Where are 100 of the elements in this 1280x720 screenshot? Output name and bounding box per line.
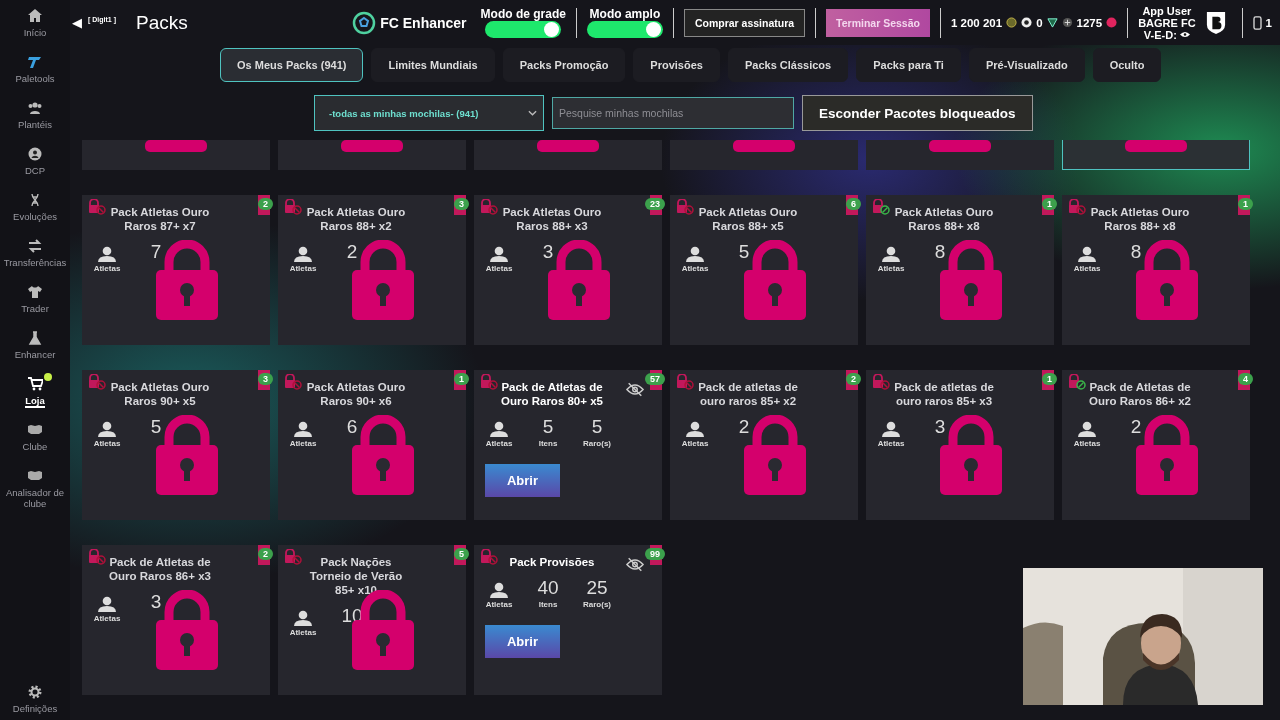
items-count: 3 (150, 592, 162, 612)
pack-title: Pack Provisões (508, 555, 596, 569)
stat-label: Atletas (93, 614, 121, 623)
search-field[interactable]: Pesquise minhas mochilas (552, 97, 794, 129)
pack-title: Pack Atletas Ouro Raros 88+ x2 (305, 205, 407, 233)
person-icon (490, 582, 508, 598)
eye-off-icon[interactable] (626, 557, 644, 572)
pack-card[interactable]: 2 Pack Atletas Ouro Raros 87+ x7 Atletas 7 (82, 195, 270, 345)
backpack-select[interactable]: -todas as minhas mochilas- (941) (314, 95, 544, 131)
settings-item[interactable]: Definições (0, 684, 70, 714)
tab[interactable]: Os Meus Packs (941) (220, 48, 364, 82)
sidebar-item[interactable]: DCP (0, 146, 70, 192)
logo-icon (27, 54, 43, 70)
rares-count: 25 (586, 578, 608, 598)
club-crest-icon (1205, 10, 1226, 35)
tab[interactable]: Limites Mundiais (371, 48, 495, 82)
sidebar-item[interactable]: Analisador de clube (0, 468, 70, 514)
pack-title: Pack de Atletas de Ouro Raros 80+ x5 (500, 380, 604, 408)
stat-label: Atletas (485, 439, 513, 448)
items-count: 5 (150, 417, 162, 437)
pack-card[interactable]: 2 Pack de Atletas de Ouro Raros 86+ x3 Atletas 3 (82, 545, 270, 695)
pack-card[interactable]: 1 Pack de atletas de ouro raros 85+ x3 Atletas 3 (866, 370, 1054, 520)
tab[interactable]: Pré-Visualizado (968, 48, 1085, 82)
pack-card[interactable]: 23 Pack Atletas Ouro Raros 88+ x3 Atletas 3 (474, 195, 662, 345)
tab[interactable]: Packs Promoção (502, 48, 626, 82)
eye-off-icon[interactable] (626, 382, 644, 397)
count-badge: 5 (454, 548, 469, 560)
tab[interactable]: Provisões (633, 48, 720, 82)
pack-card[interactable]: 1 Pack Atletas Ouro Raros 88+ x8 Atletas 8 (1062, 195, 1250, 345)
sidebar-item[interactable]: Início (0, 8, 70, 54)
plus-icon (1061, 17, 1073, 28)
pack-card[interactable]: 99 Pack Provisões Atletas 40 Itens 25 Raro(s) Abrir (474, 545, 662, 695)
stat-label: Atletas (681, 439, 709, 448)
sidebar-item[interactable]: Plantéis (0, 100, 70, 146)
points-icon (1106, 17, 1118, 28)
person-icon (1078, 246, 1096, 262)
pack-card[interactable]: 1 Pack Atletas Ouro Raros 90+ x6 Atletas 6 (278, 370, 466, 520)
toggle-label: Modo amplo (589, 7, 661, 21)
flask-icon (27, 330, 43, 346)
settings-icon (27, 684, 43, 700)
pack-title: Pack Atletas Ouro Raros 88+ x8 (1089, 205, 1191, 233)
stat-label: Itens (538, 439, 558, 448)
person-icon (882, 246, 900, 262)
count-badge: 1 (454, 373, 469, 385)
items-count: 40 (537, 578, 559, 598)
pack-title: Pack de Atletas de Ouro Raros 86+ x3 (108, 555, 212, 583)
count-badge: 99 (645, 548, 665, 560)
back-button[interactable]: ◀ (72, 15, 82, 30)
pack-card[interactable]: 57 Pack de Atletas de Ouro Raros 80+ x5 Atletas 5 Itens 5 Raro(s) Abrir (474, 370, 662, 520)
person-icon (294, 421, 312, 437)
stat-label: Atletas (289, 439, 317, 448)
person-icon (1078, 421, 1096, 437)
count-badge: 57 (645, 373, 665, 385)
pack-title: Pack Atletas Ouro Raros 88+ x5 (697, 205, 799, 233)
hide-locked-button[interactable]: Esconder Pacotes bloqueados (802, 95, 1033, 131)
pack-card[interactable]: 2 Pack de atletas de ouro raros 85+ x2 Atletas 2 (670, 370, 858, 520)
devices-count: 1 (1265, 16, 1272, 29)
sidebar-item[interactable]: Clube (0, 422, 70, 468)
pack-title: Pack de atletas de ouro raros 85+ x3 (893, 380, 995, 408)
pack-card[interactable]: 6 Pack Atletas Ouro Raros 88+ x5 Atletas 5 (670, 195, 858, 345)
points-amount: 1275 (1076, 16, 1103, 29)
pack-card[interactable]: 4 Pack de Atletas de Ouro Raros 86+ x2 Atletas 2 (1062, 370, 1250, 520)
items-count: 3 (934, 417, 946, 437)
eye-icon[interactable] (1179, 31, 1190, 38)
stat-label: Atletas (877, 264, 905, 273)
count-badge: 1 (1042, 373, 1057, 385)
person-icon (882, 421, 900, 437)
shield-icon (1046, 17, 1058, 28)
toggle-label: Modo de grade (480, 7, 566, 21)
ball-logo-icon (352, 10, 377, 35)
pack-card[interactable]: 1 Pack Atletas Ouro Raros 88+ x8 Atletas 8 (866, 195, 1054, 345)
chevron-icon (528, 110, 537, 116)
items-count: 6 (346, 417, 358, 437)
open-button[interactable]: Abrir (485, 625, 560, 658)
pack-card[interactable]: 3 Pack Atletas Ouro Raros 90+ x5 Atletas 5 (82, 370, 270, 520)
count-badge: 4 (1238, 373, 1253, 385)
tab[interactable]: Packs Clássicos (727, 48, 849, 82)
cart-icon (27, 376, 43, 392)
toggle-switch[interactable] (485, 21, 562, 38)
sidebar-item[interactable]: Trader (0, 284, 70, 330)
person-icon (490, 246, 508, 262)
person-icon (98, 596, 116, 612)
sidebar-item[interactable]: Paletools (0, 54, 70, 100)
sidebar-item[interactable]: Evoluções (0, 192, 70, 238)
open-button[interactable]: Abrir (485, 464, 560, 497)
stat-label: Atletas (93, 264, 121, 273)
stat-label: Atletas (681, 264, 709, 273)
brand-name: FC Enhancer (380, 14, 467, 31)
sidebar-item[interactable]: Loja (0, 376, 70, 422)
stat-label: Raro(s) (583, 600, 611, 609)
token-icon (1021, 17, 1033, 28)
toggle-switch[interactable] (586, 21, 663, 38)
sidebar-item[interactable]: Transferências (0, 238, 70, 284)
sidebar-item[interactable]: Enhancer (0, 330, 70, 376)
tab[interactable]: Packs para Ti (856, 48, 961, 82)
shirt-icon (27, 284, 43, 300)
tab[interactable]: Oculto (1092, 48, 1162, 82)
pack-card[interactable]: 3 Pack Atletas Ouro Raros 88+ x2 Atletas 2 (278, 195, 466, 345)
subscribe-button[interactable]: Comprar assinatura (683, 8, 806, 37)
rares-count: 5 (591, 417, 603, 437)
